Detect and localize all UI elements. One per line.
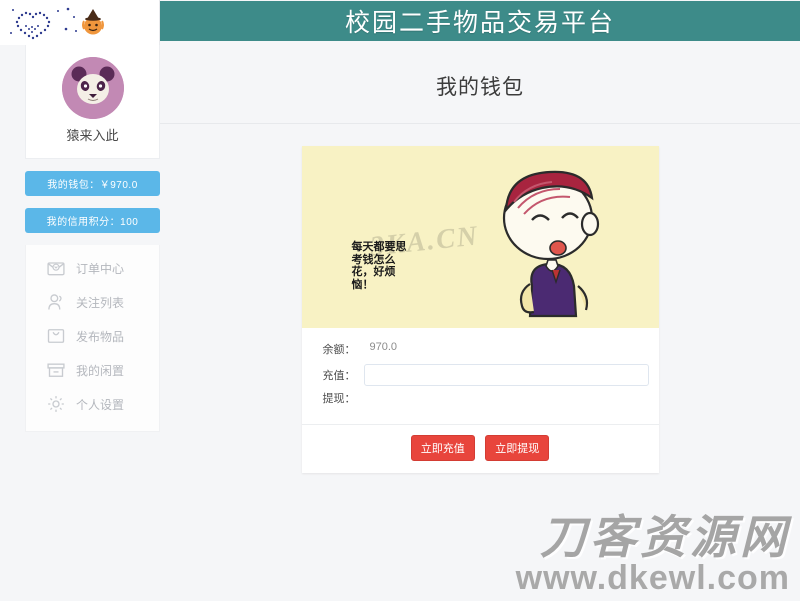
profile-card: 猿来入此 (25, 45, 160, 159)
sidebar-item-personal-settings[interactable]: 个人设置 (26, 387, 159, 421)
balance-label: 余额： (322, 344, 356, 356)
avatar[interactable] (61, 57, 124, 119)
sidebar-item-my-idle-items[interactable]: 我的闲置 (26, 353, 159, 387)
withdraw-value (364, 390, 649, 406)
recharge-now-button[interactable]: 立即充值 (410, 435, 475, 461)
illustration-caption: 每天都要思考钱怎么花，好烦恼！ (351, 241, 407, 291)
sidebar-item-following-list[interactable]: 关注列表 (26, 285, 159, 319)
gear-icon (48, 396, 64, 412)
recharge-row: 充值： (302, 362, 659, 388)
wallet-form: 余额： 970.0 充值： 提现： 立即充值 立即提现 (301, 328, 659, 473)
username-label: 猿来入此 (66, 128, 119, 143)
page-site-title: 校园二手物品交易平台 (344, 9, 615, 37)
sidebar-item-label: 我的闲置 (76, 363, 125, 378)
page-title: 我的钱包 (436, 76, 524, 99)
worried-boy-illustration (502, 170, 599, 318)
sidebar-item-label: 个人设置 (76, 397, 125, 412)
dotted-heart-icon (10, 7, 77, 40)
my-credit-button[interactable]: 我的信用积分：100 (25, 208, 160, 233)
sidebar-item-order-center[interactable]: 订单中心 (26, 251, 159, 285)
sidebar-item-publish-item[interactable]: 发布物品 (26, 319, 159, 353)
withdraw-row: 提现： (302, 388, 659, 416)
watermark-site-name: 刀客资源网 (540, 511, 790, 564)
withdraw-now-button[interactable]: 立即提现 (485, 435, 550, 461)
recharge-input[interactable] (363, 364, 649, 386)
box-icon (47, 363, 65, 377)
balance-value: 970.0 (369, 341, 398, 353)
user-icon (48, 294, 62, 310)
balance-row: 余额： 970.0 (302, 336, 659, 362)
sidebar-item-label: 发布物品 (76, 329, 125, 344)
watermark-url: www.dkewl.com (515, 559, 790, 598)
bag-icon (47, 329, 65, 343)
sidebar-item-label: 订单中心 (76, 261, 125, 276)
title-divider (160, 123, 800, 124)
wallet-card: 3KA.CN 每天都要思考钱怎么花，好烦恼！ 余额： 970.0 充值： 提现：… (301, 146, 659, 473)
footer-watermark: 刀客资源网 www.dkewl.com (516, 513, 790, 597)
wallet-illustration: 3KA.CN 每天都要思考钱怎么花，好烦恼！ (301, 146, 659, 328)
sidebar: 猿来入此 我的钱包：￥970.0 我的信用积分：100 订单中心 关注列表 发布… (25, 45, 160, 432)
decoration-banner (0, 0, 160, 45)
envelope-icon (47, 262, 65, 276)
pumpkin-witch-icon (82, 9, 104, 35)
my-wallet-button[interactable]: 我的钱包：￥970.0 (25, 171, 160, 196)
sidebar-item-label: 关注列表 (76, 295, 125, 310)
recharge-label: 充值： (322, 370, 356, 382)
sidebar-menu: 订单中心 关注列表 发布物品 我的闲置 个人设置 (25, 245, 160, 432)
site-header-bar: 校园二手物品交易平台 (160, 1, 800, 41)
wallet-actions: 立即充值 立即提现 (301, 424, 659, 473)
top-bar: 校园二手物品交易平台 (0, 0, 800, 45)
withdraw-label: 提现： (322, 393, 356, 405)
panda-avatar-icon (61, 57, 124, 119)
